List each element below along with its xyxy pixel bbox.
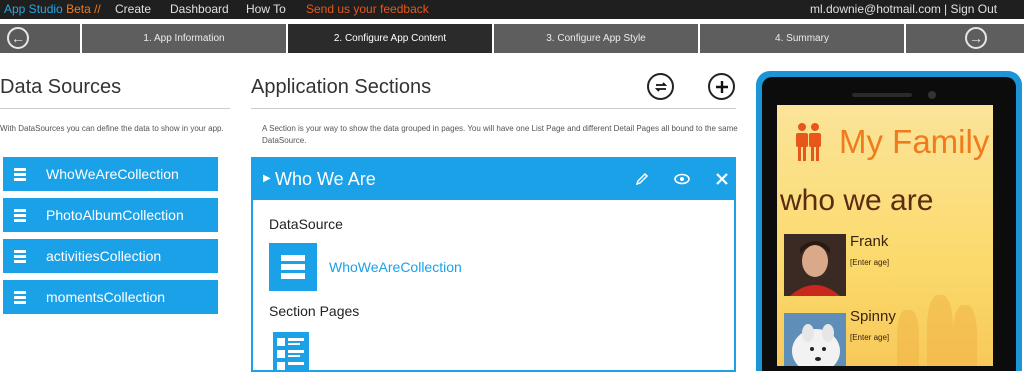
database-tile-icon [269, 243, 317, 291]
datasource-item[interactable]: PhotoAlbumCollection [3, 198, 218, 232]
datasource-label: activitiesCollection [46, 248, 162, 264]
datasource-heading: DataSource [269, 216, 343, 232]
divider [0, 108, 230, 109]
section-card: ▶ Who We Are DataSource WhoWeAreCollecti… [251, 157, 736, 372]
nav-how-to[interactable]: How To [246, 2, 286, 16]
database-icon [3, 198, 37, 232]
family-icon [796, 123, 821, 161]
step-summary[interactable]: 4. Summary [698, 24, 904, 53]
pet-photo [784, 313, 846, 366]
datasource-label: PhotoAlbumCollection [46, 207, 184, 223]
datasource-item[interactable]: momentsCollection [3, 280, 218, 314]
datasource-label: momentsCollection [46, 289, 166, 305]
forward-arrow-icon[interactable]: → [965, 27, 987, 49]
nav-create[interactable]: Create [115, 2, 151, 16]
step-label: 1. App Information [143, 33, 225, 44]
user-email: ml.downie@hotmail.com [810, 2, 941, 16]
section-datasource-link[interactable]: WhoWeAreCollection [329, 259, 462, 275]
data-sources-description: With DataSources you can define the data… [0, 124, 224, 133]
step-configure-app-content[interactable]: 2. Configure App Content [286, 24, 492, 53]
feedback-link[interactable]: Send us your feedback [306, 2, 429, 16]
section-header[interactable]: ▶ Who We Are [253, 159, 734, 200]
step-label: 2. Configure App Content [333, 33, 447, 44]
datasource-item[interactable]: activitiesCollection [3, 239, 218, 273]
preview-eye-icon[interactable] [674, 171, 690, 187]
brand-logo[interactable]: App Studio Beta // [4, 2, 101, 16]
back-arrow-icon[interactable]: ← [7, 27, 29, 49]
section-title: Who We Are [275, 169, 376, 189]
database-icon [3, 280, 37, 314]
database-icon [3, 239, 37, 273]
list-page-icon[interactable] [273, 332, 309, 372]
application-sections-title: Application Sections [251, 76, 432, 98]
add-section-icon[interactable] [708, 73, 735, 100]
person-age: [Enter age] [850, 333, 890, 342]
nav-dashboard[interactable]: Dashboard [170, 2, 229, 16]
divider [251, 108, 736, 109]
step-configure-app-style[interactable]: 3. Configure App Style [492, 24, 698, 53]
database-icon [3, 157, 37, 191]
phone-speaker [852, 93, 912, 97]
reorder-icon[interactable] [647, 73, 674, 100]
wizard-steps-bar: ← 1. App Information 2. Configure App Co… [0, 24, 1024, 53]
person-name: Frank [850, 233, 889, 250]
step-label: 4. Summary [775, 33, 829, 44]
person-photo [784, 234, 846, 296]
datasource-label: WhoWeAreCollection [46, 166, 179, 182]
phone-screen: My Family who we are Frank [Enter age] S… [777, 105, 993, 366]
close-icon[interactable] [714, 171, 730, 187]
phone-app-title: My Family [839, 123, 990, 160]
expand-caret-icon[interactable]: ▶ [263, 173, 271, 184]
top-bar: App Studio Beta // Create Dashboard How … [0, 0, 1024, 19]
application-sections-description: A Section is your way to show the data g… [262, 124, 738, 145]
phone-camera [928, 91, 936, 99]
data-sources-title: Data Sources [0, 76, 122, 98]
step-label: 3. Configure App Style [546, 33, 646, 44]
step-next-area [904, 24, 1024, 53]
step-app-information[interactable]: 1. App Information [80, 24, 286, 53]
person-name: Spinny [850, 308, 896, 325]
phone-section-title: who we are [780, 184, 934, 217]
datasource-item[interactable]: WhoWeAreCollection [3, 157, 218, 191]
section-pages-heading: Section Pages [269, 303, 360, 319]
sign-out-link[interactable]: | Sign Out [944, 2, 997, 16]
edit-pencil-icon[interactable] [634, 171, 650, 187]
person-age: [Enter age] [850, 258, 890, 267]
